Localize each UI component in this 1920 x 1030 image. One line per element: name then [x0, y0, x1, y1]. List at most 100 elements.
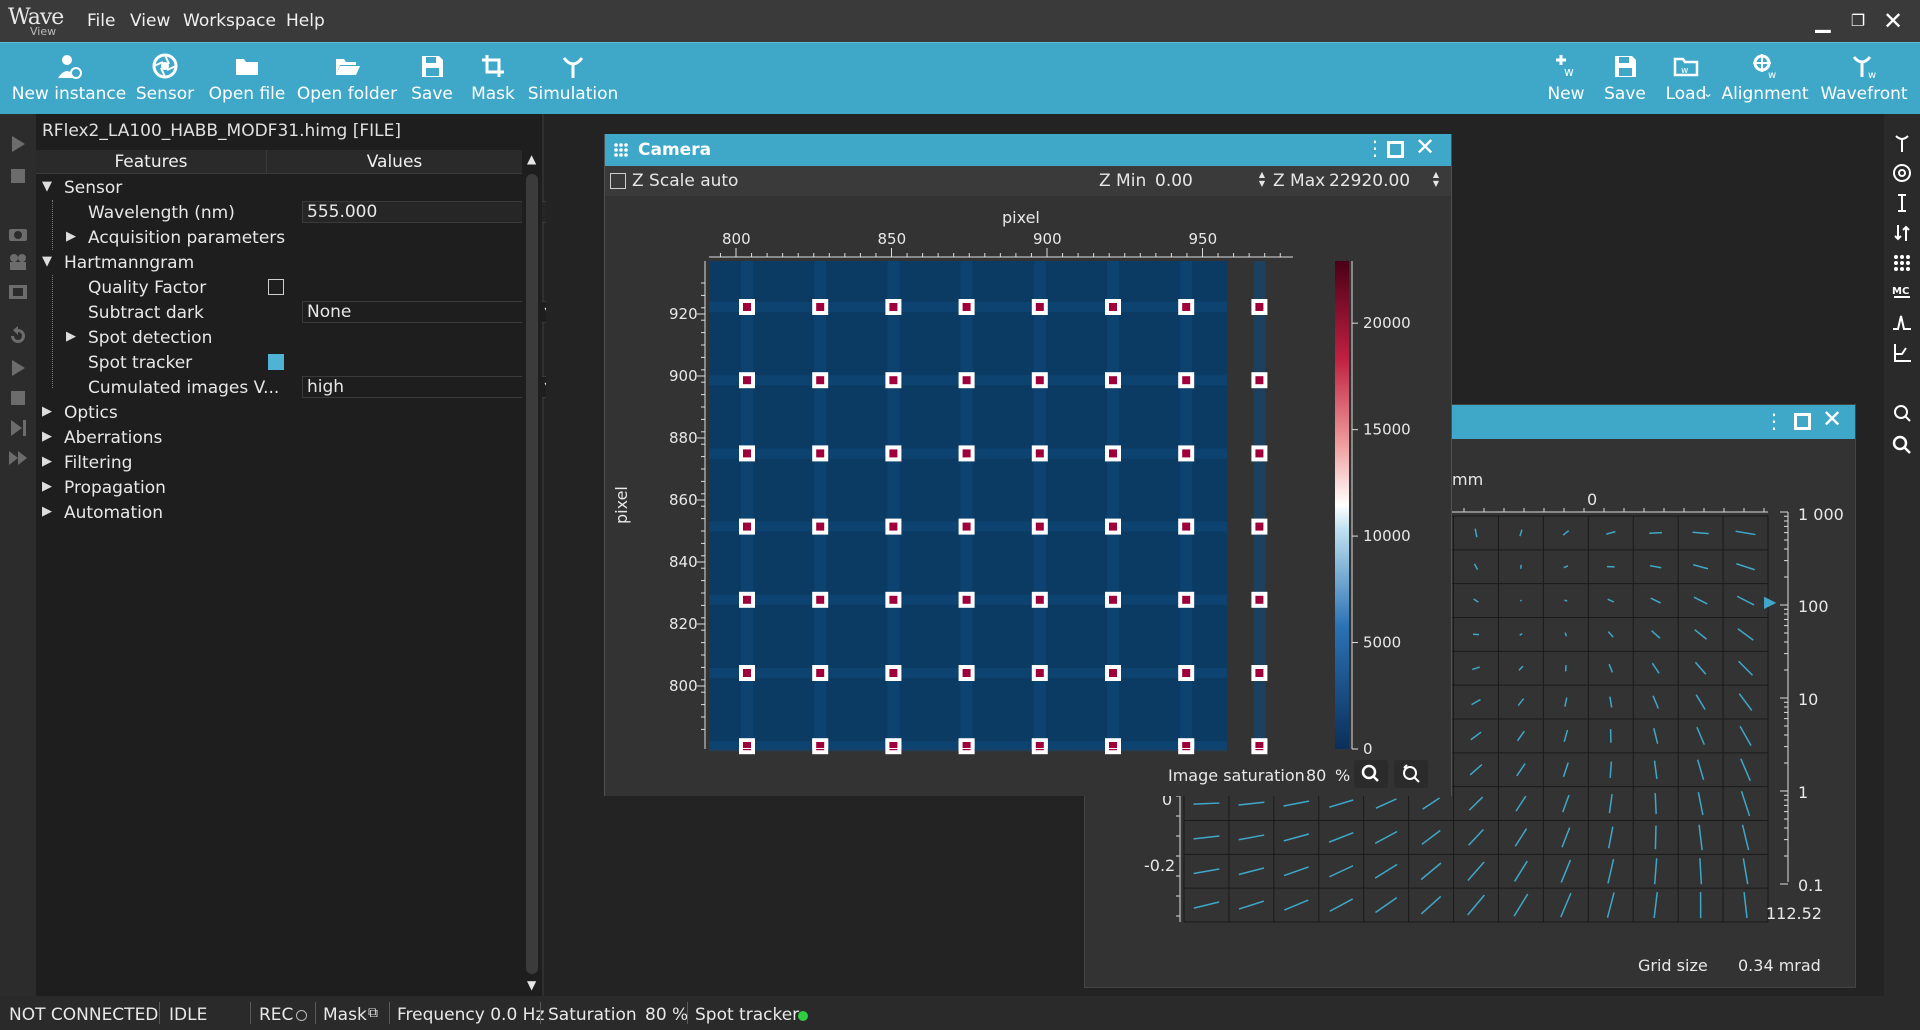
load-dropdown-icon[interactable]: ⌄ — [1703, 86, 1713, 100]
subtract-dark-select[interactable]: None▼ — [302, 301, 558, 323]
minimize-icon[interactable]: ▁ — [1810, 8, 1836, 34]
text-cursor-icon[interactable] — [1892, 192, 1912, 214]
step-forward-icon[interactable] — [8, 418, 28, 438]
wavelength-spinbox[interactable]: 555.000▲▼ — [302, 200, 558, 223]
collapsed-arrow-icon[interactable]: ▶ — [42, 504, 52, 519]
tree-row-spot-tracker[interactable]: Spot tracker — [36, 350, 522, 375]
colorbar-tick-label: 5000 — [1363, 634, 1401, 652]
cumulated-images-select[interactable]: high▼ — [302, 376, 558, 398]
spin-arrows-icon[interactable]: ▲▼ — [1259, 170, 1265, 188]
level-marker-icon[interactable]: ▶ — [1764, 592, 1776, 611]
aperture-tool-icon[interactable] — [1892, 162, 1912, 184]
toolbar-left-button-simulation[interactable]: Simulation — [513, 43, 633, 115]
grid-dots-icon[interactable] — [1892, 252, 1912, 274]
collapsed-arrow-icon[interactable]: ▶ — [42, 404, 52, 419]
alignment-icon: w — [1753, 54, 1776, 80]
z-scale-auto-checkbox[interactable] — [610, 173, 626, 189]
window-menu-icon[interactable]: ⋮ — [1365, 136, 1385, 160]
zoom-button[interactable] — [1354, 760, 1388, 788]
z-min-label: Z Min — [1099, 171, 1147, 191]
restore-icon[interactable]: ❐ — [1845, 8, 1871, 34]
collapsed-arrow-icon[interactable]: ▶ — [42, 479, 52, 494]
axes-icon[interactable] — [1892, 342, 1912, 364]
z-max-spinbox[interactable]: 22920.00 ▲ ▼ — [1325, 169, 1441, 192]
tree-row-sensor[interactable]: ▼ Sensor — [36, 175, 522, 200]
tree-row-hartmanngram[interactable]: ▼ Hartmanngram — [36, 250, 522, 275]
column-values[interactable]: Values — [266, 150, 522, 174]
tree-row-wavelength[interactable]: Wavelength (nm) 555.000▲▼ — [36, 200, 558, 225]
scroll-down-icon[interactable]: ▼ — [527, 978, 536, 992]
zoom-icon[interactable] — [1892, 434, 1912, 456]
signal-peak-icon[interactable] — [1892, 312, 1912, 334]
quality-factor-checkbox[interactable] — [268, 279, 284, 295]
menu-file[interactable]: File — [87, 11, 115, 31]
saturation-label: Saturation — [548, 1005, 637, 1025]
fast-forward-icon[interactable] — [8, 448, 28, 468]
tree-row-spot-detection[interactable]: ▶ Spot detection — [36, 325, 522, 350]
replay-play-icon[interactable] — [8, 358, 28, 378]
maximize-icon[interactable] — [1794, 413, 1811, 430]
features-table-header: Features Values — [36, 150, 522, 174]
grid-dots-icon[interactable] — [613, 142, 629, 158]
expanded-arrow-icon[interactable]: ▼ — [42, 254, 52, 269]
expanded-arrow-icon[interactable]: ▼ — [42, 179, 52, 194]
column-features[interactable]: Features — [36, 150, 266, 174]
window-menu-icon[interactable]: ⋮ — [1764, 409, 1784, 433]
toolbar-right-button-wavefront[interactable]: w Wavefront — [1804, 43, 1920, 115]
features-scrollbar[interactable]: ▲ ▼ — [522, 150, 542, 996]
spot-core — [1109, 742, 1117, 748]
menu-workspace[interactable]: Workspace — [183, 11, 276, 31]
collapsed-arrow-icon[interactable]: ▶ — [66, 329, 76, 344]
video-camera-icon[interactable] — [8, 252, 28, 272]
menu-help[interactable]: Help — [286, 11, 325, 31]
tree-row-filtering[interactable]: ▶ Filtering — [36, 450, 522, 475]
spot-core — [1109, 522, 1117, 531]
gradient-vector — [1564, 599, 1568, 602]
spin-arrows-icon[interactable]: ▲▼ — [1433, 170, 1439, 188]
y-tick-label: 920 — [669, 305, 698, 323]
tree-row-propagation[interactable]: ▶ Propagation — [36, 475, 522, 500]
maximize-icon[interactable] — [1387, 141, 1404, 158]
z-min-spinbox[interactable]: 0.00 ▲ ▼ — [1151, 169, 1267, 192]
tree-row-quality-factor[interactable]: Quality Factor — [36, 275, 522, 300]
play-icon[interactable] — [8, 134, 28, 154]
tree-row-optics[interactable]: ▶ Optics — [36, 400, 522, 425]
zoom-reset-icon[interactable] — [1892, 402, 1912, 424]
collapsed-arrow-icon[interactable]: ▶ — [42, 454, 52, 469]
spot-core — [1035, 449, 1044, 458]
stop-icon[interactable] — [8, 166, 28, 186]
replay-stop-icon[interactable] — [8, 388, 28, 408]
close-window-icon[interactable]: ✕ — [1822, 405, 1842, 433]
y-tick-label: 880 — [669, 429, 698, 447]
spot-tracker-checkbox[interactable] — [268, 354, 284, 370]
wavefront-icon: w — [1852, 56, 1876, 80]
tree-row-acquisition[interactable]: ▶ Acquisition parameters — [36, 225, 522, 250]
spot-core — [962, 669, 971, 677]
menu-view[interactable]: View — [130, 11, 170, 31]
mtf-icon[interactable]: MC — [1892, 282, 1912, 304]
status-divider — [315, 1002, 316, 1024]
close-window-icon[interactable]: ✕ — [1415, 133, 1435, 161]
tree-row-automation[interactable]: ▶ Automation — [36, 500, 522, 525]
refresh-icon[interactable] — [8, 326, 28, 346]
zoom-reset-button[interactable] — [1394, 760, 1428, 788]
tree-row-subtract-dark[interactable]: Subtract dark None▼ — [36, 300, 558, 325]
acquisition-state: IDLE — [169, 1005, 208, 1025]
close-icon[interactable]: ✕ — [1880, 8, 1906, 34]
tree-row-cumulated-images[interactable]: Cumulated images V... high▼ — [36, 375, 558, 400]
tree-label: Quality Factor — [88, 278, 207, 298]
wavefront-tool-icon[interactable] — [1892, 132, 1912, 154]
z-scale-auto-label: Z Scale auto — [632, 171, 739, 191]
collapsed-arrow-icon[interactable]: ▶ — [42, 429, 52, 444]
hartmanngram-image[interactable]: 20000 15000 10000 5000 0 800 850 900 950 920 900 88… — [605, 196, 1451, 756]
spot-core — [1182, 669, 1191, 677]
collapsed-arrow-icon[interactable]: ▶ — [66, 229, 76, 244]
tree-row-aberrations[interactable]: ▶ Aberrations — [36, 425, 522, 450]
camera-icon[interactable] — [8, 224, 28, 244]
scroll-up-icon[interactable]: ▲ — [527, 152, 536, 166]
spot-core — [816, 376, 825, 385]
spot-core — [816, 449, 825, 458]
film-icon[interactable] — [8, 282, 28, 302]
sort-arrows-icon[interactable] — [1892, 222, 1912, 244]
scrollbar-thumb[interactable] — [526, 174, 538, 974]
